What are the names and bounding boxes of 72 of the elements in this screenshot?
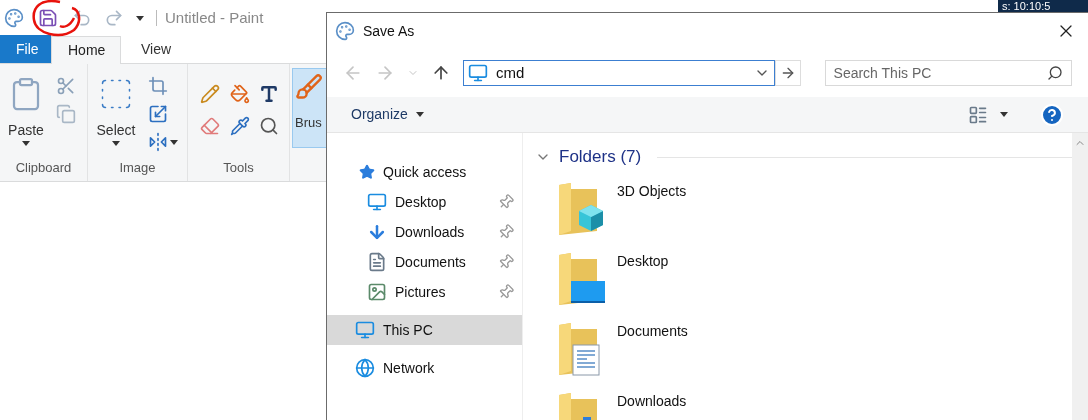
- magnifier-button[interactable]: [259, 116, 277, 136]
- search-icon[interactable]: [1047, 65, 1063, 81]
- nav-label: Pictures: [395, 282, 447, 302]
- nav-label: Network: [383, 358, 435, 378]
- folder-item[interactable]: Downloads: [557, 391, 1072, 420]
- cut-button[interactable]: [56, 76, 76, 96]
- network-icon: [355, 358, 375, 378]
- brush-icon: [295, 73, 323, 101]
- ribbon-tab[interactable]: Home: [51, 36, 121, 64]
- palette-icon: [335, 21, 355, 41]
- monitor-icon: [468, 63, 488, 83]
- group-label: Tools: [222, 158, 255, 177]
- nav-item[interactable]: Pictures: [327, 277, 522, 307]
- nav-label: This PC: [383, 320, 433, 340]
- star-icon: [359, 164, 375, 180]
- document-icon: [367, 252, 387, 272]
- dialog-title: Save As: [363, 21, 415, 41]
- organize-button[interactable]: Organize: [351, 104, 424, 125]
- nav-label: Quick access: [383, 162, 467, 182]
- folder-name: 3D Objects: [617, 182, 687, 201]
- select-button[interactable]: Select: [96, 76, 136, 158]
- nav-item[interactable]: Desktop: [327, 187, 522, 217]
- search-bar[interactable]: Search This PC: [824, 60, 1072, 86]
- help-button[interactable]: [1040, 102, 1064, 127]
- paste-button[interactable]: Paste: [8, 72, 44, 158]
- undo-button[interactable]: [72, 8, 92, 28]
- folder-item[interactable]: 3D Objects: [557, 181, 1072, 251]
- view-options-button[interactable]: [968, 104, 1008, 125]
- window-title: Untitled - Paint: [165, 7, 264, 28]
- section-heading: Folders (7): [559, 146, 642, 169]
- clock-strip: s: 10:10:5: [998, 0, 1088, 12]
- eraser-button[interactable]: [200, 116, 218, 136]
- customize-caret-icon: [136, 15, 144, 21]
- fill-button[interactable]: [229, 84, 248, 104]
- folder-cube-icon: [557, 181, 605, 237]
- nav-item[interactable]: Network: [327, 353, 522, 383]
- nav-label: Desktop: [395, 192, 448, 212]
- nav-item[interactable]: Quick access: [327, 157, 522, 187]
- brushes-button[interactable]: Brus: [292, 68, 328, 148]
- caret-icon: [112, 141, 120, 146]
- palette-icon: [4, 8, 24, 28]
- address-bar[interactable]: cmd: [463, 60, 775, 86]
- go-button[interactable]: [775, 60, 801, 86]
- search-field[interactable]: Search This PC: [833, 62, 1039, 84]
- ribbon-tab[interactable]: File: [0, 35, 51, 63]
- nav-item[interactable]: Downloads: [327, 217, 522, 247]
- caret-icon: [170, 139, 178, 145]
- pencil-button[interactable]: [200, 84, 218, 104]
- folder-name: Desktop: [617, 252, 669, 271]
- group-label: Clipboard: [14, 158, 73, 177]
- address-field[interactable]: cmd: [496, 61, 746, 85]
- nav-label: Documents: [395, 252, 467, 272]
- text-button[interactable]: [259, 84, 277, 104]
- caret-icon: [415, 112, 424, 117]
- folder-monitor-icon: [557, 251, 605, 307]
- monitor-icon: [367, 192, 387, 212]
- color-picker-button[interactable]: [229, 116, 248, 136]
- ribbon-tab[interactable]: View: [121, 35, 191, 63]
- download-icon: [367, 222, 387, 242]
- nav-item[interactable]: Documents: [327, 247, 522, 277]
- folder-name: Downloads: [617, 392, 687, 411]
- nav-label: Downloads: [395, 222, 466, 242]
- folder-name: Documents: [617, 322, 688, 341]
- caret-icon: [1000, 112, 1008, 117]
- monitor-icon: [355, 320, 375, 340]
- folder-item[interactable]: Documents: [557, 321, 1072, 391]
- rotate-button[interactable]: [148, 132, 178, 152]
- folder-item[interactable]: Desktop: [557, 251, 1072, 321]
- caret-icon: [22, 141, 30, 146]
- picture-icon: [367, 282, 387, 302]
- nav-item[interactable]: This PC: [327, 315, 522, 345]
- group-label: Image: [118, 158, 157, 177]
